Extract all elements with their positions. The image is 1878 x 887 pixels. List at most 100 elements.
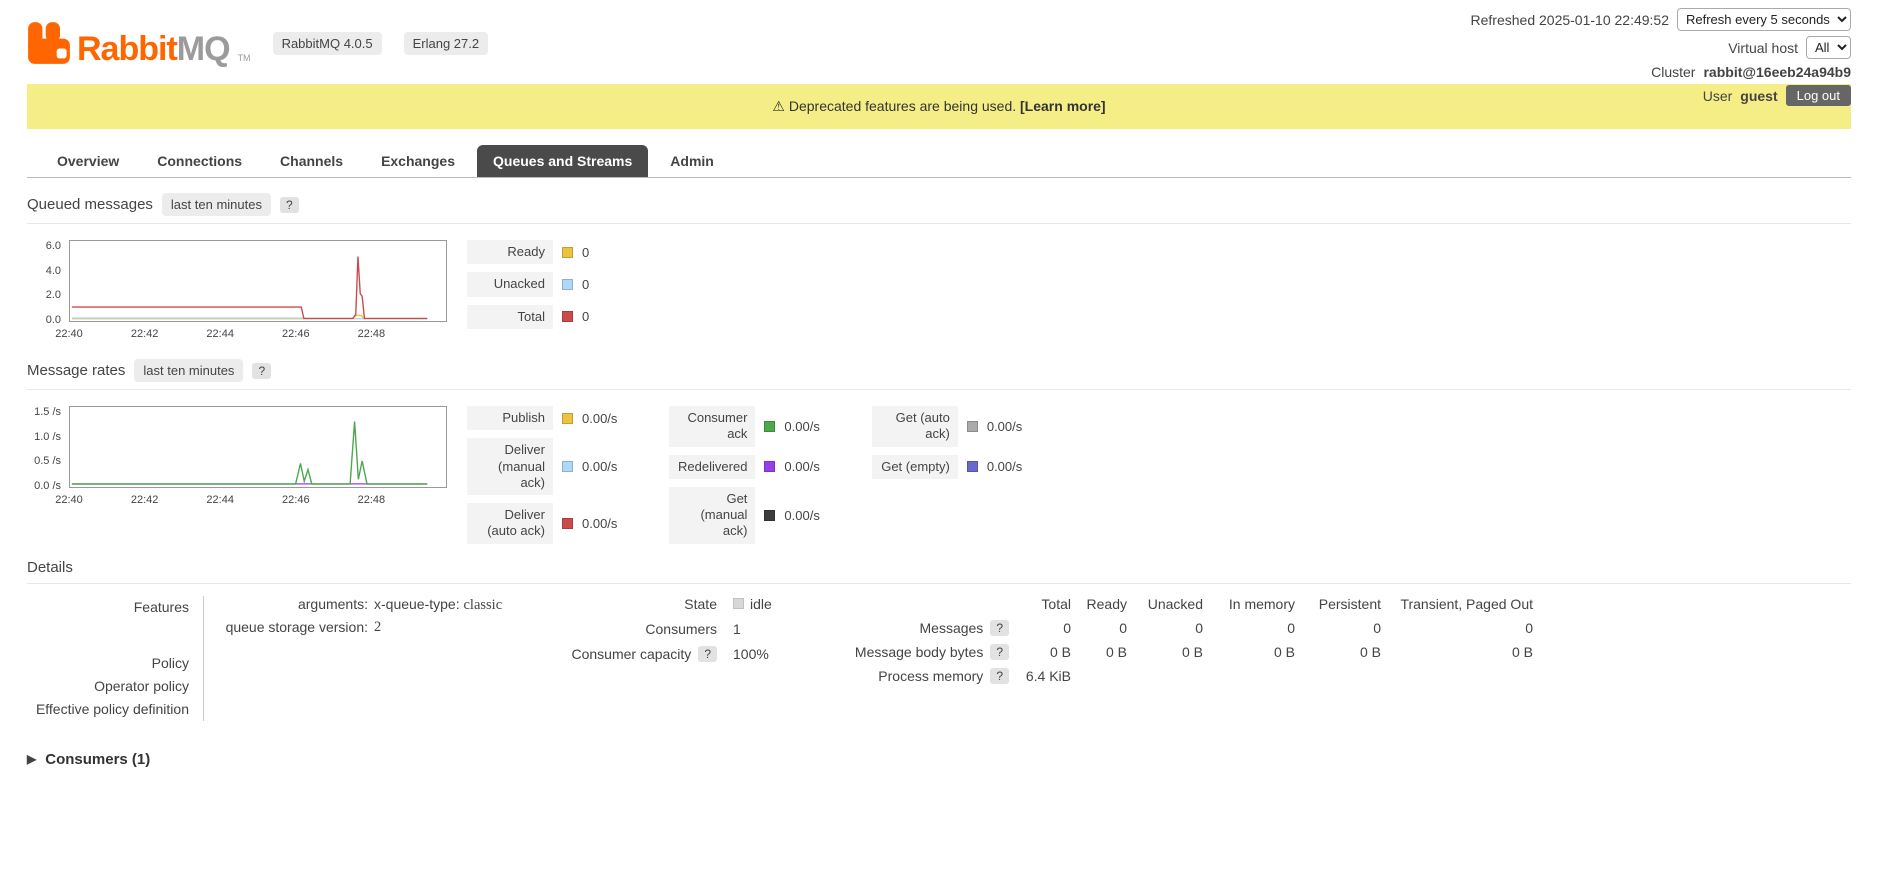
virtual-host-label: Virtual host: [1728, 39, 1798, 56]
state-value: idle: [750, 595, 772, 612]
get-empty-swatch-icon: [966, 461, 978, 473]
get-auto-swatch-icon: [966, 420, 978, 432]
queued-messages-chart-block: 6.0 4.0 2.0 0.0 22:40 22:42 22:44 22:46 22:48 R…: [27, 240, 1851, 344]
row-label-messages: Messages ?: [859, 619, 1009, 636]
consumer-ack-swatch-icon: [764, 420, 776, 432]
legend-item-get-empty: Get (empty) 0.00/s: [871, 454, 1022, 479]
learn-more-link[interactable]: [Learn more]: [1020, 98, 1106, 114]
warning-icon: ⚠: [772, 98, 785, 114]
col-header-in-memory: In memory: [1228, 595, 1295, 612]
tab-exchanges[interactable]: Exchanges: [365, 145, 471, 177]
logout-button[interactable]: Log out: [1785, 85, 1851, 106]
user-label: User: [1702, 87, 1733, 104]
tab-admin[interactable]: Admin: [654, 145, 730, 177]
help-icon[interactable]: ?: [990, 643, 1009, 660]
rabbitmq-logo[interactable]: RabbitMQ TM: [27, 20, 251, 66]
help-icon[interactable]: ?: [990, 619, 1009, 636]
col-header-total: Total: [1041, 595, 1071, 612]
consumer-capacity-value: 100%: [733, 645, 769, 662]
refresh-interval-select[interactable]: Refresh every 5 seconds: [1677, 8, 1851, 31]
details-panel: Features Policy Operator policy Effectiv…: [27, 595, 1851, 721]
help-icon[interactable]: ?: [252, 362, 272, 379]
arguments-label: arguments:: [297, 595, 368, 612]
rabbitmq-logo-icon: [28, 22, 70, 64]
details-heading: Details: [27, 559, 1851, 584]
tab-queues-and-streams[interactable]: Queues and Streams: [477, 145, 649, 177]
user-name: guest: [1740, 87, 1778, 104]
legend-item-consumer-ack: Consumer ack 0.00/s: [669, 406, 820, 447]
tab-connections[interactable]: Connections: [141, 145, 258, 177]
state-block: State idle Consumers 1 Consumer capacity…: [547, 596, 859, 671]
logo-text: RabbitMQ: [77, 30, 231, 68]
table-cell: 0: [1063, 619, 1071, 636]
legend-item-deliver-auto: Deliver (auto ack) 0.00/s: [467, 503, 617, 544]
consumer-capacity-label: Consumer capacity: [571, 645, 692, 662]
message-stats-table: Total Ready Unacked In memory Persistent…: [855, 595, 1533, 684]
table-cell: 0 B: [1105, 643, 1127, 660]
chart-plot-area: [69, 240, 447, 322]
message-rates-legend: Publish 0.00/s Deliver (manual ack) 0.00…: [467, 406, 1022, 544]
queued-messages-heading: Queued messages last ten minutes ?: [27, 193, 1851, 224]
operator-policy-label: Operator policy: [94, 677, 189, 694]
consumers-section-toggle[interactable]: ▶ Consumers (1): [27, 751, 1851, 768]
publish-swatch-icon: [562, 412, 573, 424]
chart-x-axis: 22:40 22:42 22:44 22:46 22:48: [55, 328, 386, 340]
header-status-area: Refreshed 2025-01-10 22:49:52 Refresh ev…: [1471, 8, 1851, 106]
deliver-auto-swatch-icon: [562, 517, 573, 529]
message-rates-chart: 1.5 /s 1.0 /s 0.5 /s 0.0 /s 22:40 22:42 22:44…: [27, 406, 447, 510]
features-label: Features: [133, 598, 189, 615]
redelivered-swatch-icon: [764, 461, 776, 473]
storage-version-value: 2: [374, 618, 382, 635]
features-values: arguments: x-queue-type: classic queue s…: [203, 595, 547, 721]
state-label: State: [684, 595, 717, 612]
table-cell: 6.4 KiB: [1025, 667, 1071, 684]
queued-messages-chart: 6.0 4.0 2.0 0.0 22:40 22:42 22:44 22:46 22:48: [27, 240, 447, 344]
table-cell: 0 B: [1181, 643, 1203, 660]
banner-text: Deprecated features are being used.: [788, 98, 1017, 114]
ready-swatch-icon: [562, 246, 573, 258]
help-icon[interactable]: ?: [698, 645, 717, 662]
get-manual-swatch-icon: [764, 509, 776, 521]
logo-tm: TM: [237, 53, 251, 63]
tab-overview[interactable]: Overview: [41, 145, 135, 177]
erlang-version-badge: Erlang 27.2: [403, 31, 489, 55]
consumers-label: Consumers: [645, 620, 717, 637]
arguments-value: x-queue-type: classic: [374, 595, 503, 613]
main-nav-tabs: Overview Connections Channels Exchanges …: [27, 145, 1851, 178]
refreshed-timestamp: Refreshed 2025-01-10 22:49:52: [1470, 11, 1669, 28]
features-block: Features Policy Operator policy Effectiv…: [27, 595, 547, 721]
legend-item-get-manual: Get (manual ack) 0.00/s: [669, 486, 820, 544]
chart-range-badge[interactable]: last ten minutes: [134, 359, 244, 382]
virtual-host-select[interactable]: All: [1806, 36, 1851, 59]
legend-item-deliver-manual: Deliver (manual ack) 0.00/s: [467, 438, 617, 495]
message-rates-heading: Message rates last ten minutes ?: [27, 359, 1851, 390]
table-cell: 0: [1373, 619, 1381, 636]
table-cell: 0: [1525, 619, 1533, 636]
section-title: Queued messages: [27, 196, 153, 213]
expand-arrow-icon: ▶: [27, 752, 37, 766]
col-header-transient: Transient, Paged Out: [1400, 595, 1533, 612]
col-header-ready: Ready: [1086, 595, 1127, 612]
col-header-persistent: Persistent: [1318, 595, 1381, 612]
legend-item-total: Total 0: [467, 304, 589, 329]
rabbitmq-version-badge: RabbitMQ 4.0.5: [272, 31, 382, 55]
queued-messages-legend: Ready 0 Unacked 0 Total 0: [467, 240, 589, 329]
tab-channels[interactable]: Channels: [264, 145, 359, 177]
chart-range-badge[interactable]: last ten minutes: [161, 193, 271, 216]
help-icon[interactable]: ?: [279, 196, 299, 213]
unacked-swatch-icon: [562, 278, 573, 290]
chart-y-axis: 1.5 /s 1.0 /s 0.5 /s 0.0 /s: [34, 406, 61, 492]
row-label-message-body-bytes: Message body bytes ?: [855, 643, 1009, 660]
legend-item-ready: Ready 0: [467, 240, 589, 265]
consumers-count: 1: [733, 620, 741, 637]
row-label-process-memory: Process memory ?: [859, 667, 1009, 684]
help-icon[interactable]: ?: [990, 667, 1009, 684]
table-cell: 0: [1119, 619, 1127, 636]
table-cell: 0: [1287, 619, 1295, 636]
section-title: Details: [27, 558, 73, 576]
table-cell: 0: [1195, 619, 1203, 636]
effective-policy-label: Effective policy definition: [35, 700, 189, 717]
chart-x-axis: 22:40 22:42 22:44 22:46 22:48: [55, 494, 386, 506]
message-rates-chart-block: 1.5 /s 1.0 /s 0.5 /s 0.0 /s 22:40 22:42 22:44…: [27, 406, 1851, 544]
chart-y-axis: 6.0 4.0 2.0 0.0: [45, 240, 61, 326]
